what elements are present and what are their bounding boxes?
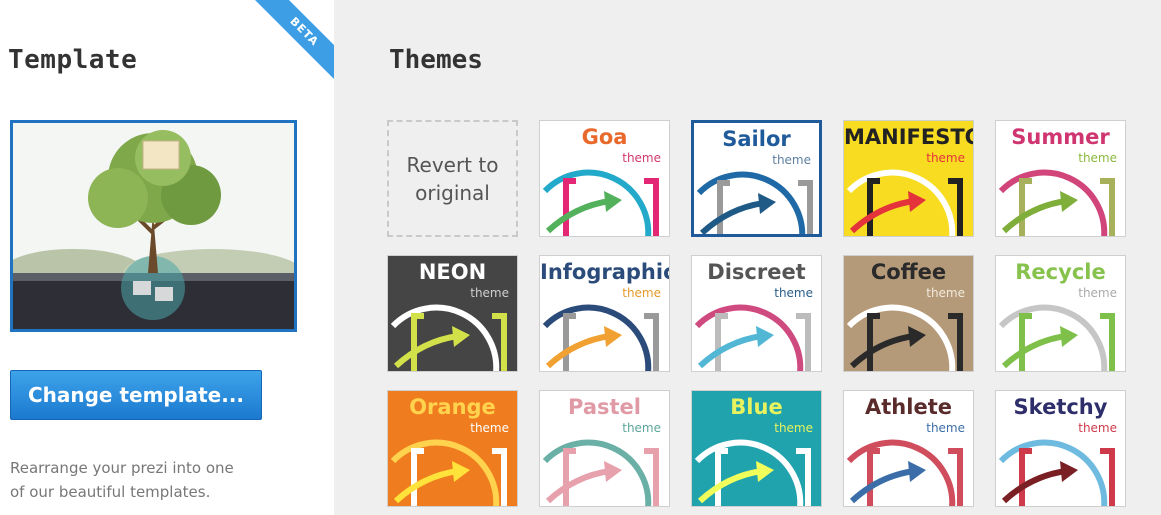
arrow-shape (1001, 198, 1067, 234)
theme-subtitle: theme (774, 286, 813, 300)
theme-subtitle: theme (1078, 286, 1117, 300)
template-description-line2: of our beautiful templates. (10, 483, 211, 501)
theme-name: MANIFESTO (844, 125, 974, 149)
template-preview[interactable] (10, 120, 297, 332)
arrow-shape (697, 333, 763, 369)
theme-name: Summer (1011, 125, 1110, 149)
theme-tile-blue[interactable]: Blue theme (691, 390, 822, 507)
arrowhead-shape (758, 193, 776, 214)
arrow-shape (545, 198, 611, 234)
theme-subtitle: theme (470, 421, 509, 435)
arrow-shape (849, 333, 915, 369)
theme-subtitle: theme (774, 421, 813, 435)
theme-subtitle: theme (926, 421, 965, 435)
theme-tile-coffee[interactable]: Coffee theme (843, 255, 974, 372)
theme-subtitle: theme (1078, 421, 1117, 435)
change-template-button[interactable]: Change template... (10, 370, 262, 420)
arrow-shape (849, 198, 915, 234)
theme-subtitle: theme (622, 421, 661, 435)
theme-name: Athlete (865, 395, 952, 419)
theme-subtitle: theme (622, 151, 661, 165)
theme-subtitle: theme (622, 286, 661, 300)
theme-tile-discreet[interactable]: Discreet theme (691, 255, 822, 372)
theme-tile-sailor[interactable]: Sailor theme (691, 120, 822, 237)
theme-name: Discreet (707, 260, 806, 284)
template-panel-title: Template (8, 45, 138, 75)
theme-tile-orange[interactable]: Orange theme (387, 390, 518, 507)
arrowhead-shape (452, 461, 470, 482)
tree-illustration (13, 123, 294, 329)
theme-subtitle: theme (470, 286, 509, 300)
template-description: Rearrange your prezi into one of our bea… (10, 456, 310, 504)
arrowhead-shape (908, 326, 926, 347)
theme-tile-sketchy[interactable]: Sketchy theme (995, 390, 1126, 507)
theme-subtitle: theme (926, 151, 965, 165)
theme-name: Recycle (1015, 260, 1106, 284)
themes-panel-title: Themes (389, 45, 483, 75)
arrow-shape (393, 333, 459, 369)
arrow-shape (545, 468, 611, 504)
theme-tile-goa[interactable]: Goa theme (539, 120, 670, 237)
arrowhead-shape (604, 191, 622, 212)
arrowhead-shape (604, 461, 622, 482)
arrow-shape (697, 468, 763, 504)
theme-tile-manifesto[interactable]: MANIFESTO theme (843, 120, 974, 237)
arrowhead-shape (604, 326, 622, 347)
theme-name: Pastel (568, 395, 641, 419)
revert-to-original-button[interactable]: Revert to original (387, 120, 518, 237)
template-description-line1: Rearrange your prezi into one (10, 459, 234, 477)
arrow-shape (545, 333, 611, 369)
arrow-shape (393, 468, 459, 504)
arrowhead-shape (452, 326, 470, 347)
theme-name: Coffee (870, 260, 947, 284)
arrowhead-shape (756, 461, 774, 482)
theme-tile-neon[interactable]: NEON theme (387, 255, 518, 372)
arrow-shape (1001, 468, 1067, 504)
theme-name: Goa (581, 125, 628, 149)
theme-tile-pastel[interactable]: Pastel theme (539, 390, 670, 507)
theme-tile-recycle[interactable]: Recycle theme (995, 255, 1126, 372)
theme-name: Orange (409, 395, 496, 419)
arrowhead-shape (1060, 191, 1078, 212)
theme-name: Sailor (722, 127, 791, 151)
theme-tile-summer[interactable]: Summer theme (995, 120, 1126, 237)
arrowhead-shape (756, 326, 774, 347)
arrow-shape (849, 468, 915, 504)
theme-subtitle: theme (1078, 151, 1117, 165)
template-panel: BETA Template Change template... Rearran… (0, 0, 334, 515)
themes-panel: Themes Revert to original Goa theme Sailor… (334, 0, 1161, 515)
theme-subtitle: theme (772, 153, 811, 167)
arrow-shape (699, 200, 765, 234)
theme-subtitle: theme (926, 286, 965, 300)
theme-tile-athlete[interactable]: Athlete theme (843, 390, 974, 507)
theme-name: Sketchy (1013, 395, 1108, 419)
revert-label-line1: Revert to (406, 152, 499, 177)
revert-label-line2: original (415, 180, 490, 205)
beta-badge: BETA (253, 0, 334, 83)
arrowhead-shape (1060, 461, 1078, 482)
arrowhead-shape (908, 461, 926, 482)
theme-name: Blue (730, 395, 783, 419)
theme-name: NEON (418, 260, 487, 284)
theme-tile-infographic[interactable]: Infographic theme (539, 255, 670, 372)
left-bracket-shape (717, 180, 730, 234)
arrowhead-shape (908, 191, 926, 212)
arrow-shape (1001, 333, 1067, 369)
arrowhead-shape (1060, 326, 1078, 347)
theme-name: Infographic (540, 260, 670, 284)
